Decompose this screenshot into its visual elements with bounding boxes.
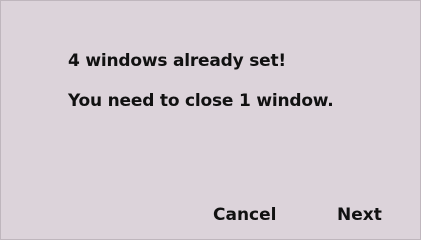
- message-line-close-window: You need to close 1 window.: [68, 91, 334, 111]
- cancel-button[interactable]: Cancel: [207, 201, 282, 229]
- window-limit-dialog: 4 windows already set! You need to close…: [0, 0, 421, 240]
- message-line-windows-set: 4 windows already set!: [68, 51, 286, 71]
- dialog-message: 4 windows already set! You need to close…: [68, 51, 334, 111]
- next-button[interactable]: Next: [331, 201, 388, 229]
